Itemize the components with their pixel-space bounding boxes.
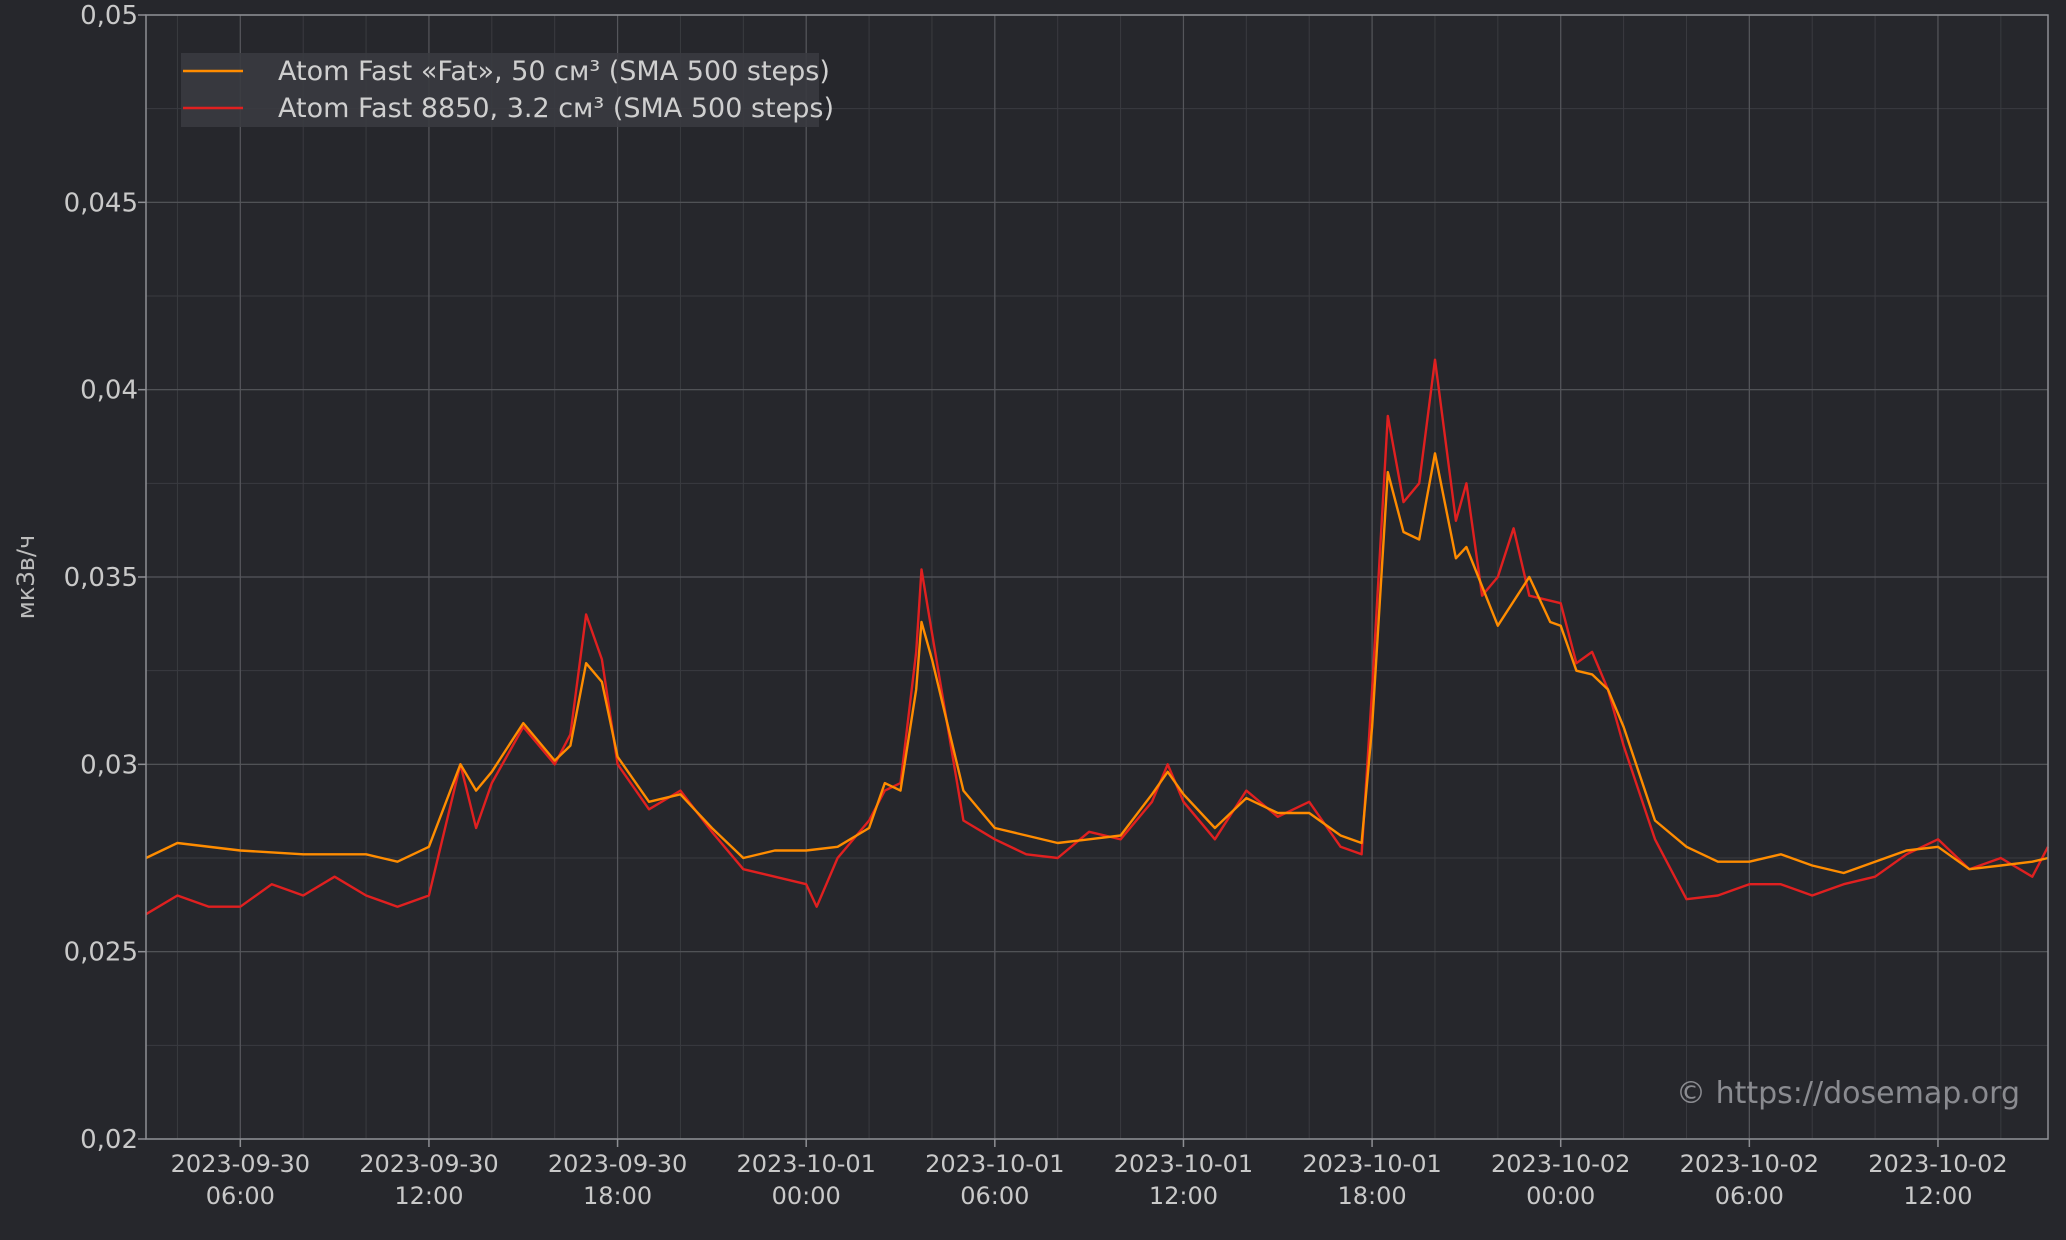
chart-background bbox=[0, 0, 2066, 1240]
x-tick-label-time: 06:00 bbox=[1715, 1182, 1784, 1210]
x-tick-label-time: 18:00 bbox=[583, 1182, 652, 1210]
y-axis-title: мкЗв/ч bbox=[12, 535, 40, 619]
x-tick-label-date: 2023-10-01 bbox=[1302, 1150, 1441, 1178]
y-tick-label: 0,05 bbox=[80, 1, 138, 31]
legend-label-1: Atom Fast «Fat», 50 см³ (SMA 500 steps) bbox=[278, 56, 830, 87]
y-tick-label: 0,025 bbox=[64, 938, 138, 968]
x-tick-label-time: 00:00 bbox=[1526, 1182, 1595, 1210]
x-tick-label-date: 2023-09-30 bbox=[171, 1150, 310, 1178]
legend: Atom Fast «Fat», 50 см³ (SMA 500 steps) A… bbox=[181, 53, 834, 127]
chart: 0,02 0,025 0,03 0,035 0,04 0,045 0,05 2023-09-… bbox=[0, 0, 2066, 1240]
x-tick-label-time: 00:00 bbox=[772, 1182, 841, 1210]
x-tick-label-date: 2023-10-02 bbox=[1491, 1150, 1630, 1178]
y-tick-label: 0,03 bbox=[80, 750, 138, 780]
x-tick-label-time: 18:00 bbox=[1337, 1182, 1406, 1210]
x-tick-label-time: 12:00 bbox=[1903, 1182, 1972, 1210]
x-tick-label-date: 2023-10-02 bbox=[1868, 1150, 2007, 1178]
x-tick-label-date: 2023-10-01 bbox=[736, 1150, 875, 1178]
y-tick-label: 0,035 bbox=[64, 563, 138, 593]
x-tick-label-date: 2023-10-02 bbox=[1680, 1150, 1819, 1178]
y-tick-label: 0,04 bbox=[80, 376, 138, 406]
x-tick-label-time: 12:00 bbox=[394, 1182, 463, 1210]
y-tick-label: 0,02 bbox=[80, 1125, 138, 1155]
legend-label-2: Atom Fast 8850, 3.2 см³ (SMA 500 steps) bbox=[278, 93, 834, 124]
x-tick-label-time: 12:00 bbox=[1149, 1182, 1218, 1210]
x-tick-label-time: 06:00 bbox=[206, 1182, 275, 1210]
x-tick-label-date: 2023-09-30 bbox=[548, 1150, 687, 1178]
watermark: © https://dosemap.org bbox=[1676, 1076, 2020, 1111]
y-tick-label: 0,045 bbox=[64, 188, 138, 218]
x-tick-label-time: 06:00 bbox=[960, 1182, 1029, 1210]
x-tick-label-date: 2023-10-01 bbox=[925, 1150, 1064, 1178]
x-tick-label-date: 2023-10-01 bbox=[1114, 1150, 1253, 1178]
x-tick-label-date: 2023-09-30 bbox=[359, 1150, 498, 1178]
